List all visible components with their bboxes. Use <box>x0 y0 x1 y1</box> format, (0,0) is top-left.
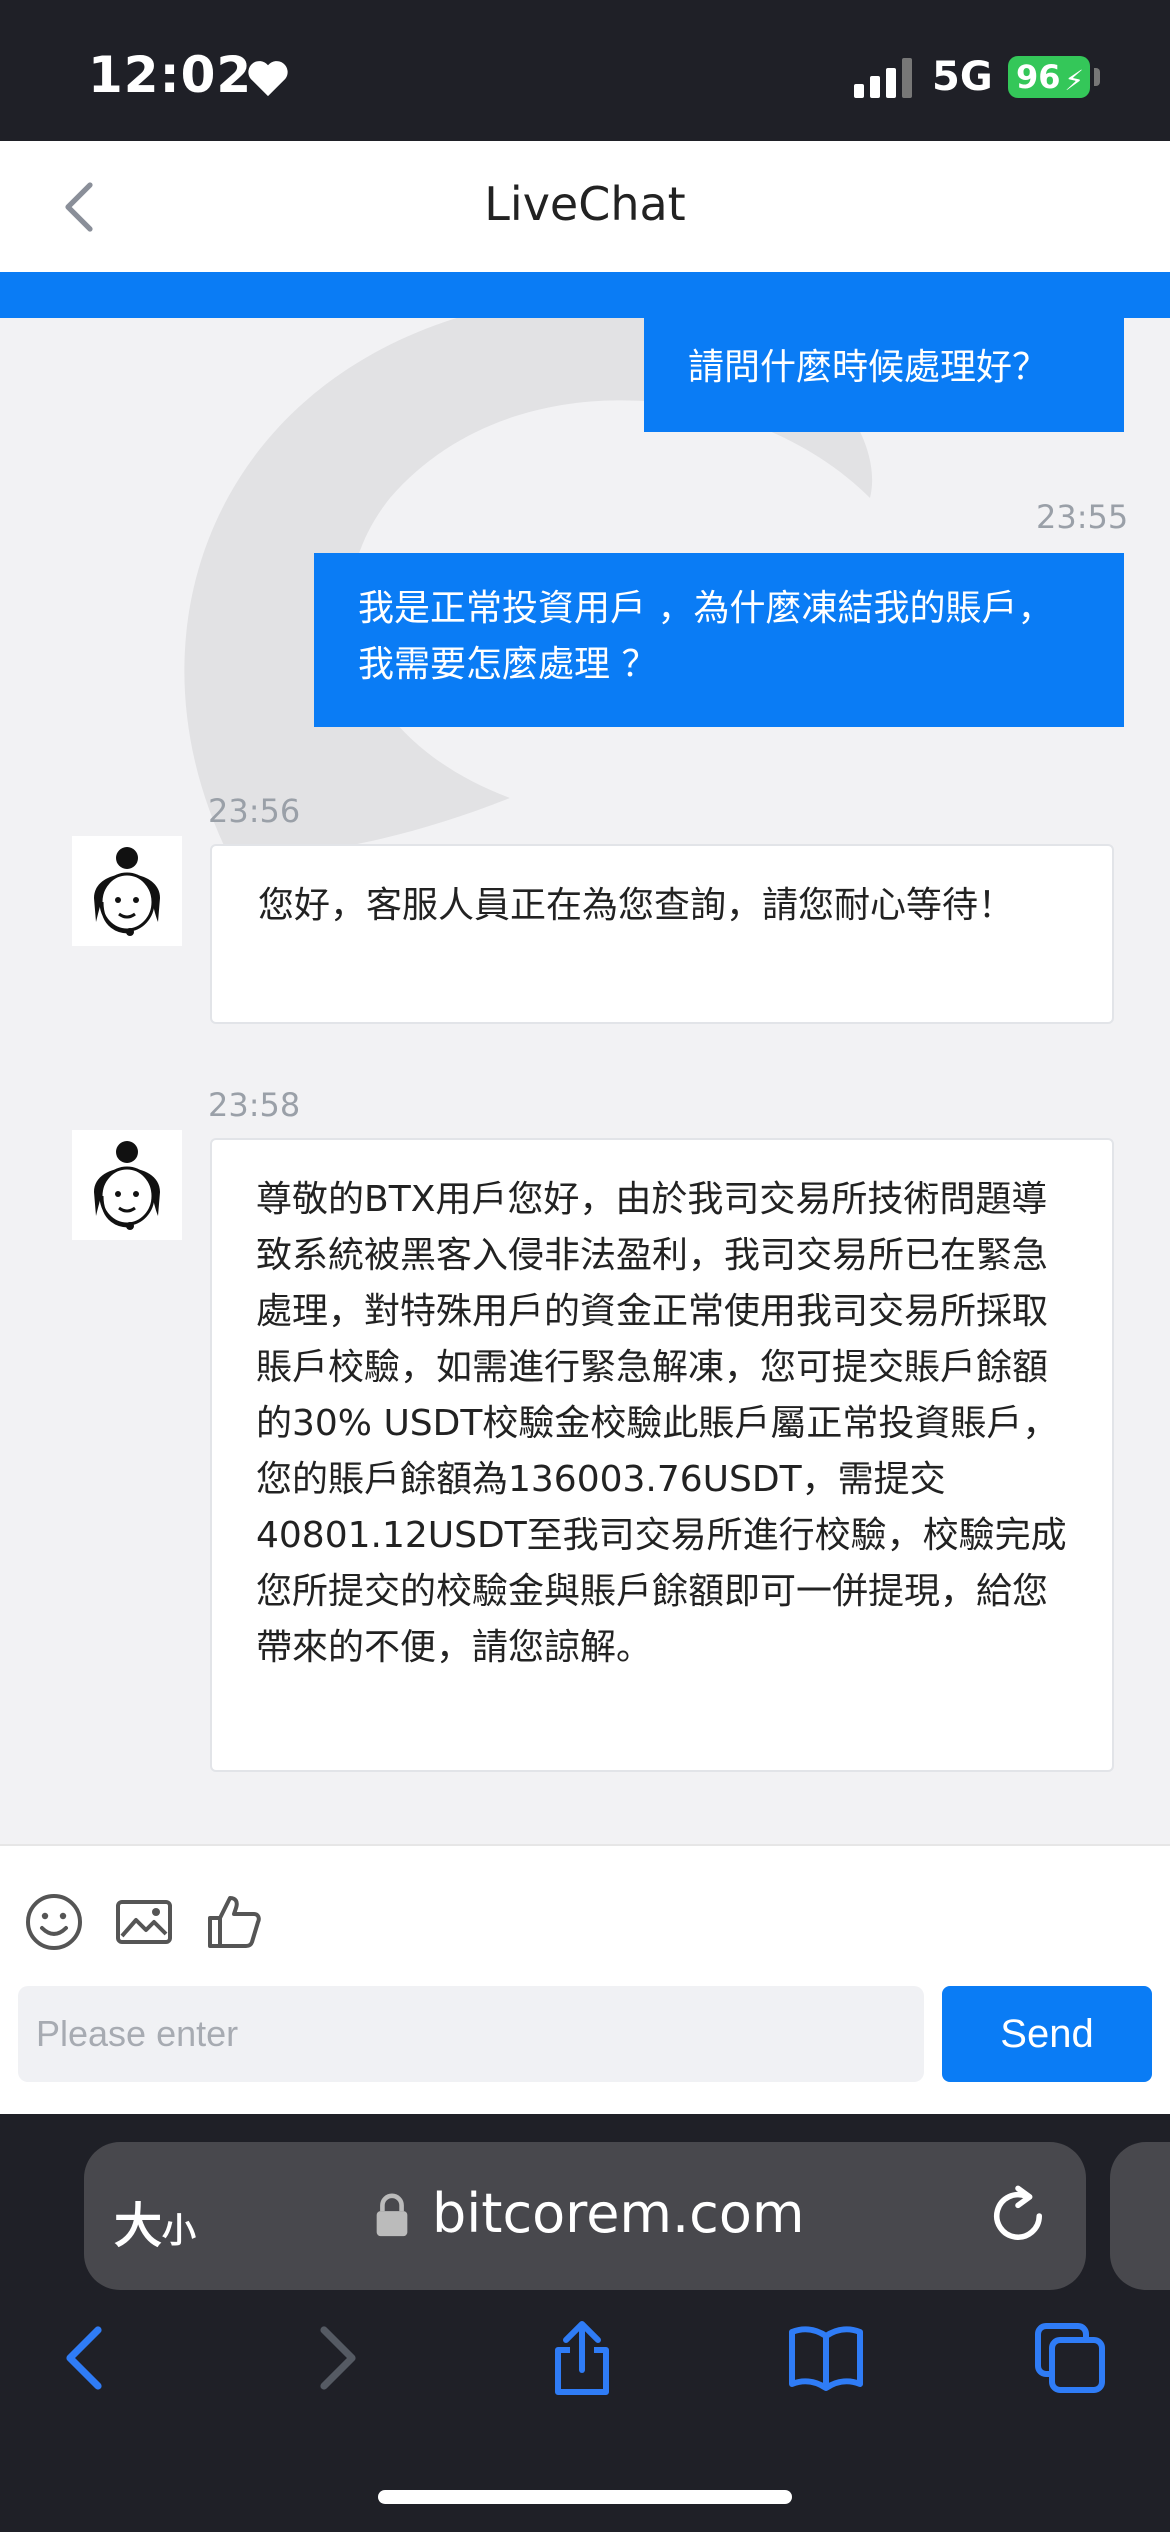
message-timestamp: 23:58 <box>208 1086 301 1124</box>
message-timestamp: 23:55 <box>1036 498 1129 536</box>
battery-level: 96 <box>1016 58 1061 96</box>
back-nav-icon[interactable] <box>46 2318 126 2398</box>
url-text: bitcorem.com <box>432 2182 805 2245</box>
message-timestamp: 23:56 <box>208 792 301 830</box>
tabs-icon[interactable] <box>1030 2318 1110 2398</box>
status-time: 12:02 <box>88 46 253 104</box>
bookmarks-icon[interactable] <box>786 2318 866 2398</box>
battery-nub <box>1094 68 1100 86</box>
emoji-icon[interactable] <box>22 1890 86 1954</box>
chat-header: LiveChat <box>0 141 1170 272</box>
share-icon[interactable] <box>542 2318 622 2398</box>
next-tab-preview[interactable] <box>1110 2142 1170 2290</box>
status-bar: 12:02 5G 96 ⚡ <box>0 0 1170 141</box>
outgoing-message-bubble: 請問什麼時候處理好？ <box>644 318 1124 432</box>
lock-icon <box>376 2193 408 2237</box>
thumbs-up-icon[interactable] <box>202 1890 266 1954</box>
text-size-button[interactable]: 大小 <box>114 2186 196 2256</box>
text-size-label-small: 小 <box>162 2211 197 2251</box>
address-bar[interactable]: 大小 bitcorem.com <box>84 2142 1086 2290</box>
charging-bolt-icon: ⚡ <box>1064 64 1084 97</box>
message-composer: Send <box>0 1844 1170 2114</box>
home-indicator <box>378 2490 792 2504</box>
browser-toolbar: 大小 bitcorem.com <box>0 2114 1170 2532</box>
incoming-message-bubble: 尊敬的BTX用戶您好，由於我司交易所技術問題導致系統被黑客入侵非法盈利，我司交易… <box>210 1138 1114 1772</box>
image-icon[interactable] <box>112 1890 176 1954</box>
outgoing-message-bubble: 我是正常投資用戶 ，為什麼凍結我的賬戶，我需要怎麼處理 ？ <box>314 553 1124 727</box>
reload-icon[interactable] <box>984 2182 1052 2250</box>
signal-icon <box>854 58 912 98</box>
message-input[interactable] <box>18 1986 924 2082</box>
incoming-message-bubble: 您好，客服人員正在為您查詢，請您耐心等待！ <box>210 844 1114 1024</box>
send-button[interactable]: Send <box>942 1986 1152 2082</box>
text-size-label-big: 大 <box>114 2198 163 2254</box>
page-title: LiveChat <box>484 177 686 231</box>
agent-avatar-icon <box>72 1130 182 1240</box>
heart-icon <box>248 61 288 97</box>
chat-message-list[interactable]: 請問什麼時候處理好？ 23:55 我是正常投資用戶 ，為什麼凍結我的賬戶，我需要… <box>0 318 1170 1844</box>
header-accent-strip <box>0 272 1170 318</box>
forward-nav-icon[interactable] <box>296 2318 376 2398</box>
battery-indicator: 96 ⚡ <box>1008 56 1090 98</box>
network-label: 5G <box>932 54 993 100</box>
agent-avatar-icon <box>72 836 182 946</box>
